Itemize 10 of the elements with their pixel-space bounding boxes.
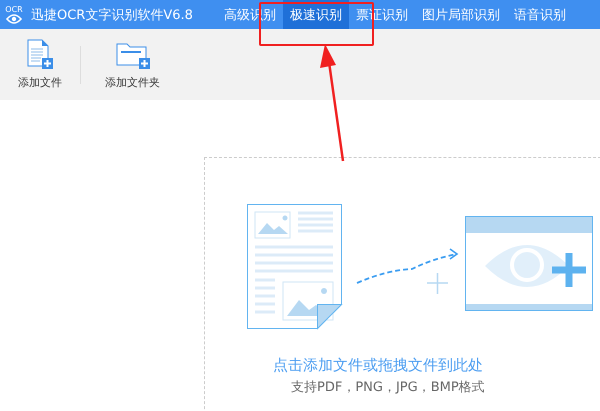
menu-tab[interactable]: 语音识别 [506, 0, 573, 29]
drop-prompt: 点击添加文件或拖拽文件到此处 [273, 356, 483, 375]
menu-tab[interactable]: 图片局部识别 [414, 0, 507, 29]
add-file-button[interactable]: 添加文件 [10, 35, 70, 94]
add-folder-button[interactable]: 添加文件夹 [97, 35, 168, 94]
app-logo: OCR [5, 5, 23, 14]
window-title: 迅捷OCR文字识别软件V6.8 [31, 6, 193, 24]
menu-tab[interactable]: 极速识别 [282, 0, 349, 29]
supported-formats: 支持PDF，PNG，JPG，BMP格式 [291, 379, 485, 396]
drop-zone[interactable]: 点击添加文件或拖拽文件到此处 支持PDF，PNG，JPG，BMP格式 [204, 157, 600, 411]
